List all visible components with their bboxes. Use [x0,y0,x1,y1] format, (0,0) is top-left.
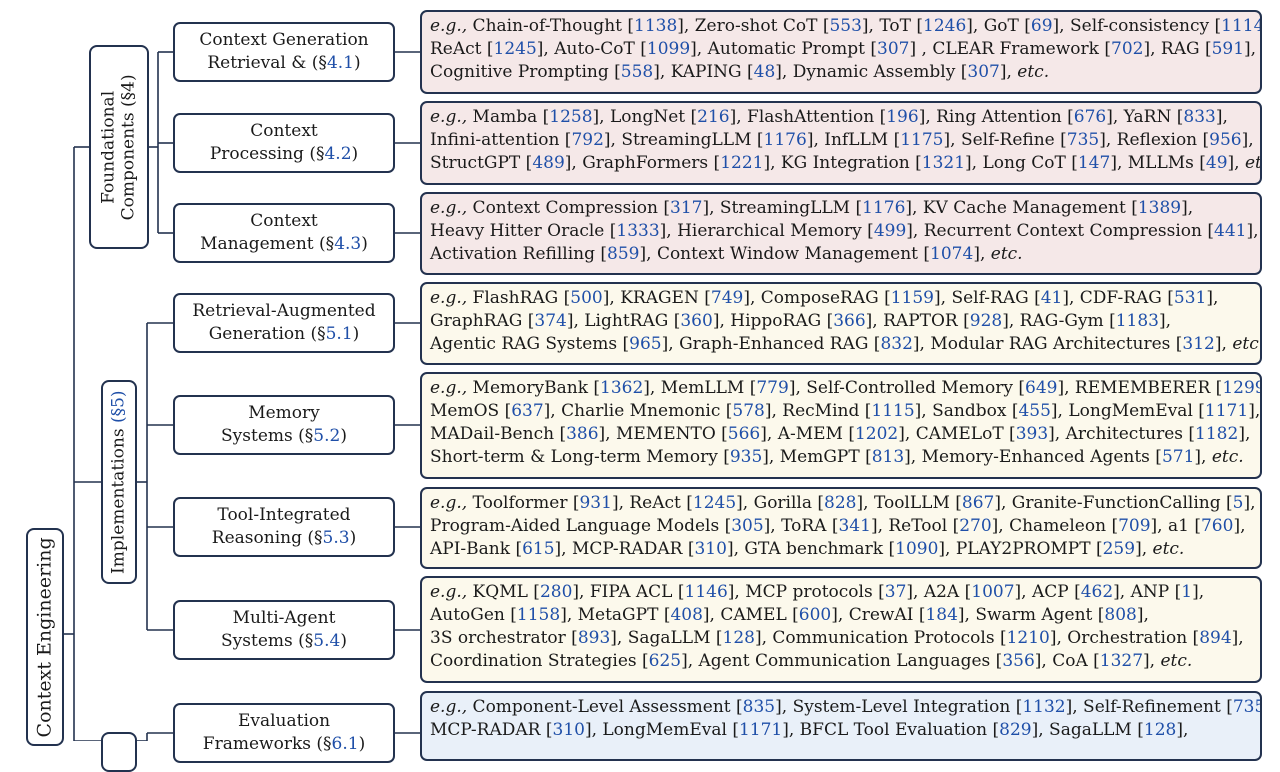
leaf-line: StructGPT [489], GraphFormers [1221], KG… [430,153,1262,173]
category-evaluation [101,732,137,772]
leaf-line: e.g., Mamba [1258], LongNet [216], Flash… [430,107,1228,127]
leaf-line: e.g., Toolformer [931], ReAct [1245], Go… [430,493,1256,513]
sub-context-management: Context Management (§4.3) [173,203,395,263]
leaf-line: Program-Aided Language Models [305], ToR… [430,516,1246,536]
root-node: Context Engineering [26,528,64,746]
leaf-retrieval-generation: e.g., Chain-of-Thought [1138], Zero-shot… [420,10,1262,94]
leaf-line: e.g., Chain-of-Thought [1138], Zero-shot… [430,16,1262,36]
sub-evaluation-frameworks: Evaluation Frameworks (§6.1) [173,703,395,763]
leaf-line: MCP-RADAR [310], LongMemEval [1171], BFC… [430,720,1189,740]
sub-retrieval-generation: Context Generation Retrieval & (§4.1) [173,22,395,82]
leaf-line: Short-term & Long-term Memory [935], Mem… [430,447,1244,467]
sub-multi-agent-systems: Multi-Agent Systems (§5.4) [173,600,395,660]
leaf-tool-integrated-reasoning: e.g., Toolformer [931], ReAct [1245], Go… [420,487,1262,569]
leaf-line: Infini-attention [792], StreamingLLM [11… [430,130,1254,150]
leaf-line: e.g., Component-Level Assessment [835], … [430,697,1260,717]
leaf-context-management: e.g., Context Compression [317], Streami… [420,192,1262,275]
category-implementations: Implementations (§5) [101,380,137,584]
leaf-line: MADail-Bench [386], MEMENTO [566], A-MEM… [430,424,1251,444]
leaf-line: 3S orchestrator [893], SagaLLM [128], Co… [430,628,1244,648]
leaf-line: e.g., Context Compression [317], Streami… [430,198,1194,218]
category-foundational: Foundational Components (§4) [89,45,149,249]
leaf-line: Coordination Strategies [625], Agent Com… [430,651,1193,671]
leaf-line: Activation Refilling [859], Context Wind… [430,244,1023,264]
category-implementations-section: (§5) [108,390,129,423]
leaf-evaluation-frameworks: e.g., Component-Level Assessment [835], … [420,691,1262,761]
leaf-line: ReAct [1245], Auto-CoT [1099], Automatic… [430,39,1257,59]
leaf-line: e.g., KQML [280], FIPA ACL [1146], MCP p… [430,582,1205,602]
leaf-line: MemOS [637], Charlie Mnemonic [578], Rec… [430,401,1261,421]
leaf-line: AutoGen [1158], MetaGPT [408], CAMEL [60… [430,605,1149,625]
leaf-rag: e.g., FlashRAG [500], KRAGEN [749], Comp… [420,282,1262,365]
sub-rag: Retrieval-Augmented Generation (§5.1) [173,293,395,353]
leaf-line: GraphRAG [374], LightRAG [360], HippoRAG… [430,311,1172,331]
sub-tool-integrated-reasoning: Tool-Integrated Reasoning (§5.3) [173,497,395,557]
leaf-memory-systems: e.g., MemoryBank [1362], MemLLM [779], S… [420,372,1262,479]
category-foundational-line-1: Foundational [98,90,119,204]
leaf-context-processing: e.g., Mamba [1258], LongNet [216], Flash… [420,101,1262,185]
leaf-line: e.g., MemoryBank [1362], MemLLM [779], S… [430,378,1262,398]
leaf-line: Agentic RAG Systems [965], Graph-Enhance… [430,334,1262,354]
category-foundational-line-2: Components (§4) [119,74,140,220]
sub-memory-systems: Memory Systems (§5.2) [173,395,395,455]
leaf-multi-agent-systems: e.g., KQML [280], FIPA ACL [1146], MCP p… [420,576,1262,683]
leaf-line: e.g., FlashRAG [500], KRAGEN [749], Comp… [430,288,1219,308]
leaf-line: Heavy Hitter Oracle [1333], Hierarchical… [430,221,1259,241]
sub-context-processing: Context Processing (§4.2) [173,113,395,173]
category-implementations-label: Implementations [108,422,129,574]
leaf-line: Cognitive Prompting [558], KAPING [48], … [430,62,1050,82]
root-label: Context Engineering [33,536,56,738]
leaf-line: API-Bank [615], MCP-RADAR [310], GTA ben… [430,539,1185,559]
